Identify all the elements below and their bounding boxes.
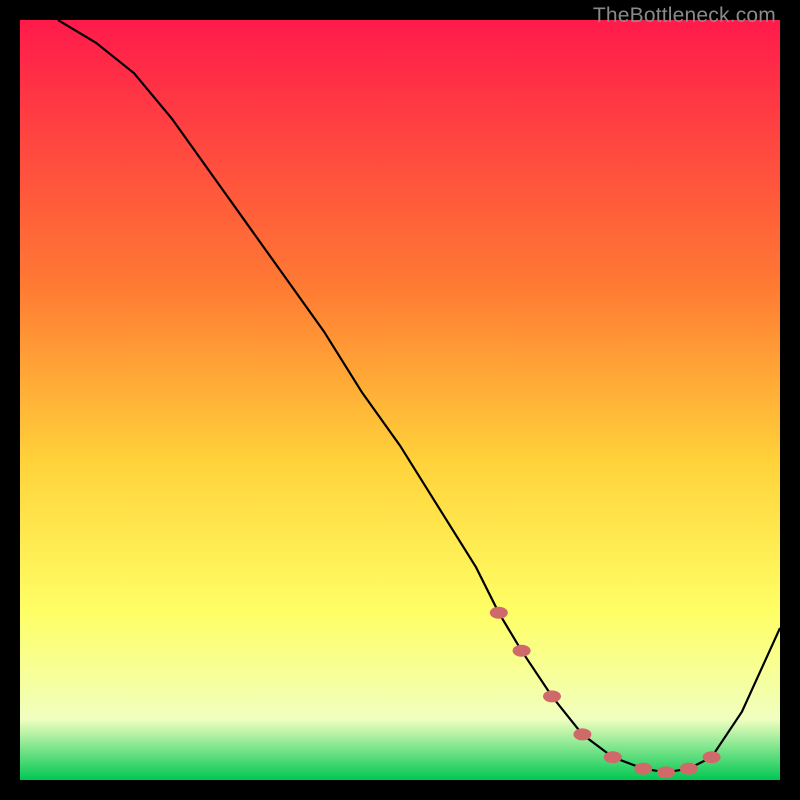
highlight-marker <box>657 766 675 778</box>
gradient-background <box>20 20 780 780</box>
plot-area <box>20 20 780 780</box>
highlight-marker <box>703 751 721 763</box>
highlight-marker <box>680 763 698 775</box>
chart-frame: TheBottleneck.com <box>0 0 800 800</box>
bottleneck-chart <box>20 20 780 780</box>
highlight-marker <box>543 690 561 702</box>
highlight-marker <box>490 607 508 619</box>
watermark-text: TheBottleneck.com <box>593 4 776 28</box>
highlight-marker <box>573 728 591 740</box>
highlight-marker <box>604 751 622 763</box>
highlight-marker <box>634 763 652 775</box>
highlight-marker <box>513 645 531 657</box>
